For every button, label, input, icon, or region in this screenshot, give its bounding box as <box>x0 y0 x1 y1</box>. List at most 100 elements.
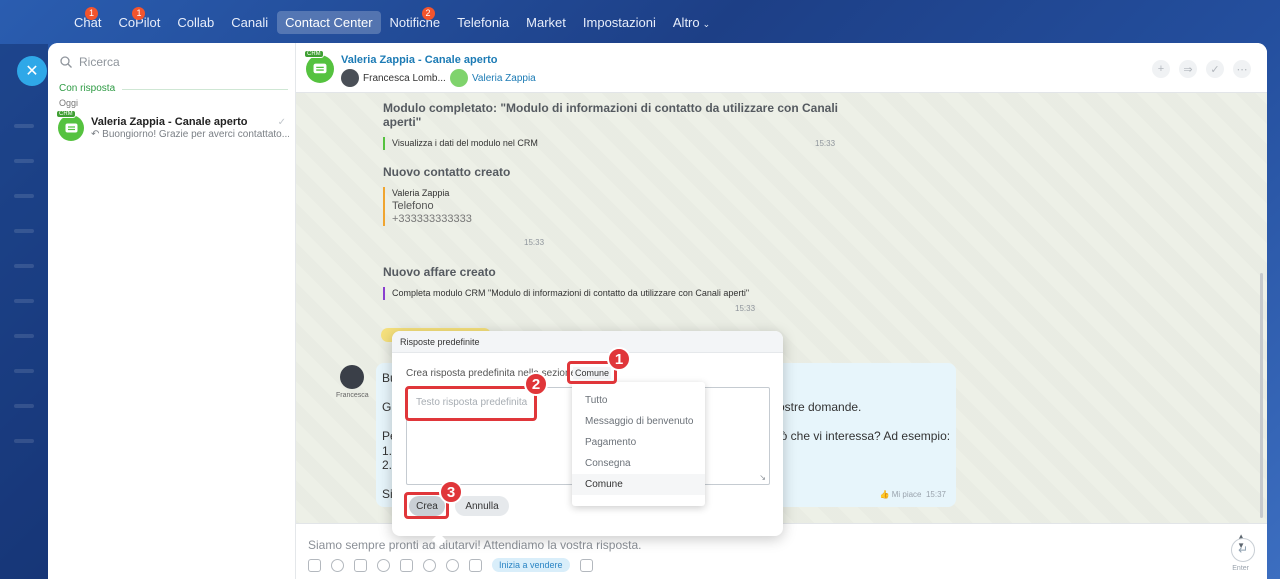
rail-item[interactable] <box>14 194 34 198</box>
user-icon[interactable] <box>331 558 344 572</box>
message-text: 1. <box>382 444 393 458</box>
chat-title: Valeria Zappia - Canale aperto <box>91 116 248 128</box>
message-text: 2. <box>382 458 393 472</box>
nav-collab-label: Collab <box>177 14 215 30</box>
nav-contact-center-label: Contact Center <box>285 14 373 30</box>
contact-name: Valeria Zappia <box>392 188 450 198</box>
nav-notifiche-badge: 2 <box>421 6 435 20</box>
rail-item[interactable] <box>14 229 34 233</box>
chat-bubble-icon <box>65 123 77 132</box>
contact-card[interactable]: Valeria Zappia Telefono +333333333333 <box>383 187 683 226</box>
rail-item[interactable] <box>14 264 34 268</box>
hide-icon[interactable] <box>423 558 436 572</box>
form-icon[interactable] <box>354 558 367 572</box>
dropdown-option-common[interactable]: Comune <box>572 474 705 495</box>
payment-icon[interactable] <box>446 558 459 572</box>
chat-title[interactable]: Valeria Zappia - Canale aperto <box>341 54 498 66</box>
form-completed-message: Modulo completato: "Modulo di informazio… <box>383 101 843 150</box>
add-icon[interactable]: + <box>1152 60 1170 78</box>
participant-name: Francesca Lomb... <box>363 72 446 84</box>
message-text: ciò che vi interessa? Ad esempio: <box>772 429 951 443</box>
message-time: 15:33 <box>815 139 836 148</box>
like-button[interactable]: 👍 Mi piace 15:37 <box>880 490 946 499</box>
view-form-link[interactable]: Visualizza i dati del modulo nel CRM <box>383 137 843 150</box>
rail-item[interactable] <box>14 124 34 128</box>
avatar: CRM <box>304 50 334 83</box>
chat-preview-text: Buongiorno! Grazie per averci contattato… <box>102 129 289 140</box>
deal-created-message: Nuovo affare creato Completa modulo CRM … <box>383 265 843 300</box>
crm-tag: CRM <box>56 110 76 118</box>
transfer-icon[interactable]: ⇒ <box>1179 60 1197 78</box>
rail-item[interactable] <box>14 404 34 408</box>
list-item[interactable]: CRM Valeria Zappia - Canale aperto ↶ Buo… <box>48 110 296 145</box>
nav-notifiche[interactable]: Notifiche 2 <box>382 6 449 34</box>
send-hint: Enter <box>1232 565 1249 572</box>
rail-item[interactable] <box>14 159 34 163</box>
nav-canali-label: Canali <box>231 14 269 30</box>
nav-market[interactable]: Market <box>518 11 574 34</box>
quick-answer-icon[interactable] <box>400 558 413 572</box>
dropdown-option-all[interactable]: Tutto <box>572 390 705 411</box>
participant-operator[interactable]: Francesca Lomb... <box>341 69 446 87</box>
rail-item[interactable] <box>14 299 34 303</box>
message-time: 15:33 <box>524 238 545 247</box>
chevron-down-icon: ⌄ <box>702 18 711 29</box>
search-icon <box>60 56 72 68</box>
scrollbar[interactable] <box>1260 273 1263 518</box>
callout-number: 1 <box>607 347 631 371</box>
dropdown-option-payment[interactable]: Pagamento <box>572 432 705 453</box>
start-selling-button[interactable]: Inizia a vendere <box>492 558 570 572</box>
chat-header: CRM Valeria Zappia - Canale aperto Franc… <box>296 43 1267 93</box>
avatar <box>450 69 468 87</box>
nav-impostazioni[interactable]: Impostazioni <box>575 11 664 34</box>
header-toolbar: + ⇒ ✓ ⋯ <box>1143 60 1251 78</box>
crm-tag: CRM <box>304 50 324 58</box>
nav-telefonia[interactable]: Telefonia <box>449 11 517 34</box>
group-divider <box>122 89 288 90</box>
dropdown-option-delivery[interactable]: Consegna <box>572 453 705 474</box>
finish-icon[interactable]: ✓ <box>1206 60 1224 78</box>
like-label: Mi piace <box>891 490 922 499</box>
search-input[interactable]: Ricerca <box>60 55 120 69</box>
popup-description: Crea risposta predefinita nella sezione <box>406 368 577 379</box>
attach-icon[interactable] <box>308 558 321 572</box>
chat-sidebar: Ricerca Con risposta Oggi CRM Valeria Za… <box>48 43 296 579</box>
nav-contact-center[interactable]: Contact Center <box>277 10 381 34</box>
phone-label: Telefono <box>392 200 434 212</box>
rail-item[interactable] <box>14 439 34 443</box>
enter-icon: ↵ <box>1237 543 1249 557</box>
nav-market-label: Market <box>526 14 566 30</box>
deal-link[interactable]: Completa modulo CRM "Modulo di informazi… <box>383 287 843 300</box>
close-icon: ✕ <box>25 63 39 80</box>
emoji-icon[interactable] <box>377 558 390 572</box>
search-placeholder: Ricerca <box>79 55 120 69</box>
nav-copilot[interactable]: CoPilot 1 <box>110 6 168 34</box>
date-label: Oggi <box>59 98 79 108</box>
send-button[interactable]: ↵ <box>1231 538 1255 562</box>
nav-canali[interactable]: Canali <box>223 11 276 34</box>
rail-item[interactable] <box>14 369 34 373</box>
cancel-button[interactable]: Annulla <box>455 496 509 516</box>
popup-title: Risposte predefinite <box>392 331 783 353</box>
more-icon[interactable]: ⋯ <box>1233 60 1251 78</box>
participant-name: Valeria Zappia <box>472 72 536 84</box>
author-name: Francesca <box>336 392 369 399</box>
avatar <box>340 365 364 389</box>
check-icon: ✓ <box>277 117 286 128</box>
participant-client[interactable]: Valeria Zappia <box>450 69 536 87</box>
nav-collab[interactable]: Collab <box>169 11 222 34</box>
document-icon[interactable] <box>469 558 482 572</box>
chat-icon[interactable] <box>579 558 593 572</box>
message-text: vostre domande. <box>772 400 862 414</box>
phone-value: +333333333333 <box>392 213 472 225</box>
dropdown-option-welcome[interactable]: Messaggio di benvenuto <box>572 411 705 432</box>
message-input[interactable]: Siamo sempre pronti ad aiutarvi! Attendi… <box>308 538 642 552</box>
nav-chat[interactable]: Chat 1 <box>66 6 109 34</box>
rail-item[interactable] <box>14 334 34 338</box>
callout-number: 2 <box>524 372 548 396</box>
nav-altro[interactable]: Altro ⌄ <box>665 11 718 34</box>
resize-handle-icon[interactable]: ↘ <box>759 473 766 482</box>
close-button[interactable]: ✕ <box>17 56 47 86</box>
chat-preview: ↶ Buongiorno! Grazie per averci contatta… <box>91 129 289 140</box>
nav-altro-label: Altro <box>672 14 700 30</box>
